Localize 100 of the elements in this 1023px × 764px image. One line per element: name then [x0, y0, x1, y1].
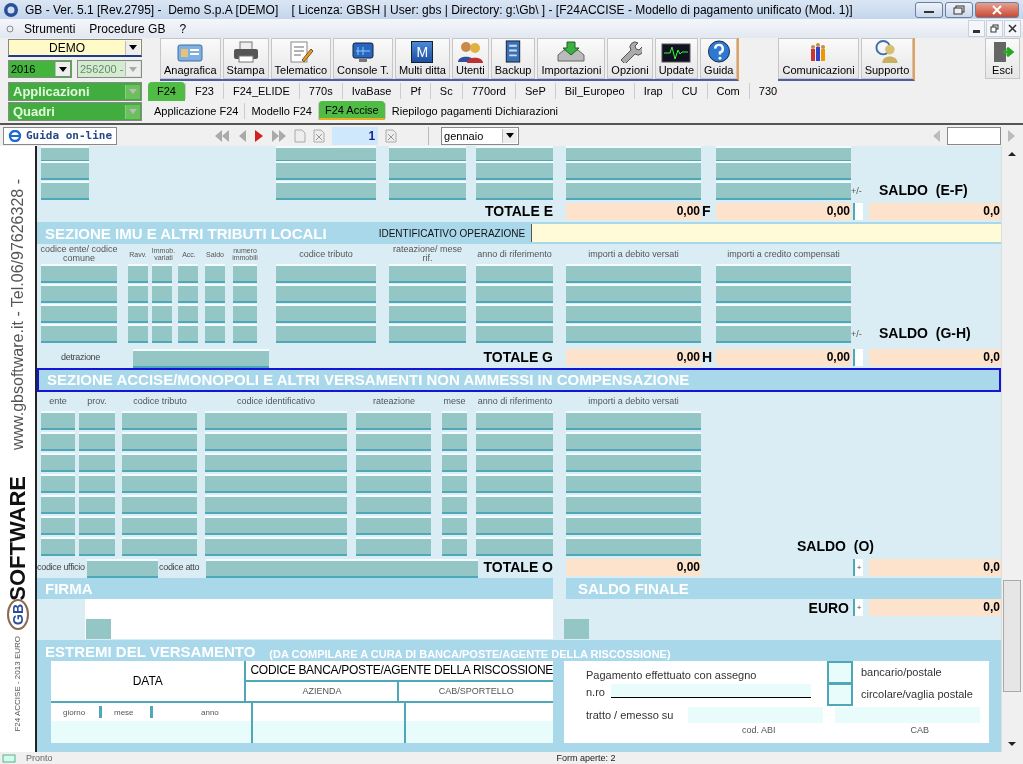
menu-item[interactable]: Procedure GB	[89, 21, 166, 36]
person-icon	[873, 40, 900, 64]
tab[interactable]: F24	[148, 81, 185, 101]
restore-button[interactable]	[945, 1, 973, 18]
field-label: CODICE BANCA/POSTE/AGENTE DELLA RISCOSSIONE	[246, 661, 553, 683]
company-select[interactable]: DEMO	[8, 39, 142, 58]
search-field[interactable]	[947, 126, 1001, 145]
help-button[interactable]: Guida on-line	[3, 126, 118, 145]
toolbar-button[interactable]: Supporto	[860, 38, 914, 80]
toolbar-button[interactable]: Backup	[490, 38, 536, 80]
input-field[interactable]	[531, 224, 1001, 243]
status-text: Form aperte: 2	[556, 753, 616, 764]
field-label: CAB	[910, 725, 930, 738]
tab[interactable]: Riepilogo pagamenti Dichiarazioni	[384, 102, 565, 119]
input-field[interactable]	[835, 707, 981, 724]
tab[interactable]: Bil_Europeo	[554, 83, 634, 100]
tab[interactable]: 730	[748, 83, 787, 100]
first-icon[interactable]	[213, 128, 232, 143]
tab[interactable]: IvaBase	[341, 83, 401, 100]
total-label: TOTALE O	[482, 559, 553, 577]
exit-button[interactable]: Esci	[985, 38, 1020, 80]
toolbar-button[interactable]: Telematico	[270, 38, 332, 80]
toolbar-button[interactable]: Comunicazioni	[778, 38, 859, 80]
contact-text: www.gbsoftware.it - Tel.06/97626328 -	[8, 178, 27, 451]
minimize-button[interactable]	[915, 1, 943, 18]
tab[interactable]: Pf	[400, 83, 430, 100]
input-field[interactable]	[51, 721, 251, 744]
column-header: importi a credito compensati	[726, 250, 841, 259]
toolbar-button[interactable]: Guida	[700, 38, 738, 80]
next-icon[interactable]	[1007, 128, 1017, 143]
total-field: 0,00	[716, 203, 851, 221]
page-field[interactable]: 1	[332, 126, 379, 145]
total-letter: H	[702, 349, 714, 367]
field-label: codice ufficio	[37, 561, 86, 575]
toolbar-button[interactable]: Opzioni	[607, 38, 653, 80]
menu-item[interactable]: Strumenti	[24, 21, 76, 36]
delete-icon[interactable]	[384, 128, 399, 143]
total-label: TOTALE G	[482, 349, 553, 367]
scroll-thumb[interactable]	[1003, 580, 1021, 693]
checkbox[interactable]	[827, 683, 853, 706]
previous-icon[interactable]	[931, 128, 941, 143]
toolbar-button[interactable]: Update	[654, 38, 699, 80]
euro-label: EURO	[807, 599, 850, 619]
tab[interactable]: Modello F24	[244, 102, 318, 119]
toolbar-button[interactable]: Importazioni	[537, 38, 606, 80]
field-label: giorno	[63, 708, 87, 717]
signature-area[interactable]	[85, 599, 553, 640]
tab[interactable]: F24 Accise	[317, 101, 385, 121]
tab[interactable]: F23	[184, 83, 223, 100]
toolbar-button[interactable]: Stampa	[222, 38, 269, 80]
column-header: importi a debito versati	[587, 250, 680, 259]
saldo-field: 0,0	[869, 349, 1001, 367]
input-field[interactable]	[251, 721, 404, 744]
system-menu-icon[interactable]	[6, 24, 14, 33]
year-select[interactable]: 2016	[8, 60, 72, 79]
tab[interactable]: SeP	[514, 83, 555, 100]
month-select[interactable]: gennaio	[441, 126, 520, 145]
menu-item[interactable]: ?	[179, 21, 187, 36]
tab[interactable]: Irap	[633, 83, 672, 100]
field-label: cod. ABI	[742, 725, 776, 738]
form-code: F24 ACCISE - 2013 EURO	[13, 636, 22, 732]
input-field[interactable]	[564, 619, 589, 640]
field-label: AZIENDA	[301, 685, 343, 699]
sign-box: +	[853, 559, 863, 577]
input-field[interactable]	[86, 619, 111, 640]
section-title: SEZIONE IMU E ALTRI TRIBUTI LOCALI	[44, 225, 327, 242]
toolbar-button[interactable]: M Multi ditta	[394, 38, 450, 80]
column-header: codice tributo	[132, 397, 188, 407]
page-icon[interactable]	[293, 128, 308, 143]
tab[interactable]: 770s	[298, 83, 342, 100]
checkbox-label: circolare/vaglia postale	[861, 688, 973, 701]
column-header: importi a debito versati	[587, 397, 680, 407]
section-note: (DA COMPILARE A CURA DI BANCA/POSTE/AGENTE DELLA RISCOSSIONE)	[269, 648, 671, 661]
tab[interactable]: F24_ELIDE	[222, 83, 299, 100]
browser-icon	[8, 129, 22, 142]
caret-icon	[59, 66, 67, 72]
input-field[interactable]	[404, 721, 553, 744]
field-label: detrazione	[61, 351, 102, 365]
delete-page-icon[interactable]	[312, 128, 327, 143]
toolbar-button[interactable]: Console T.	[333, 38, 393, 80]
tab[interactable]: Sc	[429, 83, 462, 100]
section-title: ESTREMI DEL VERSAMENTO	[44, 643, 256, 661]
field-label: codice atto	[159, 561, 201, 575]
total-letter: F	[702, 203, 712, 221]
monitor-icon	[350, 41, 376, 64]
sign-box	[853, 349, 863, 367]
logo-icon	[3, 1, 19, 18]
tab[interactable]: CU	[671, 83, 707, 100]
tab[interactable]: 770ord	[461, 83, 515, 100]
total-label: TOTALE E	[484, 203, 553, 221]
column-header: rateazione/ mese rif.	[391, 245, 463, 264]
close-icon	[991, 4, 1003, 15]
pulse-icon	[661, 43, 692, 64]
input-field[interactable]	[610, 684, 811, 699]
tab[interactable]: Applicazione F24	[148, 102, 245, 119]
toolbar-button[interactable]: Anagrafica	[160, 38, 221, 80]
sign-label: +/-	[851, 329, 863, 340]
toolbar-button[interactable]: Utenti	[451, 38, 489, 80]
checkbox[interactable]	[827, 661, 853, 684]
tab[interactable]: Com	[706, 83, 749, 100]
